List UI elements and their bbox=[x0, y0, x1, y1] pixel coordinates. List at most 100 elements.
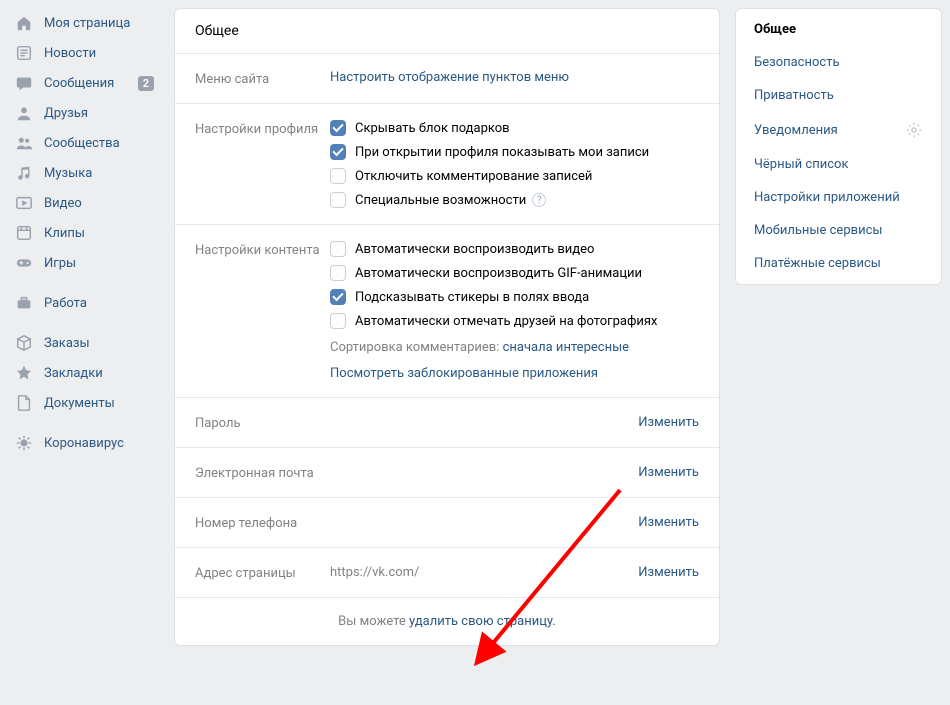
content-option-2[interactable]: Подсказывать стикеры в полях ввода bbox=[330, 289, 699, 305]
settings-tab-label: Чёрный список bbox=[754, 157, 848, 172]
nav-item-groups[interactable]: Сообщества bbox=[4, 128, 162, 158]
checkbox-label: Скрывать блок подарков bbox=[355, 121, 510, 136]
settings-card: Общее Меню сайта Настроить отображение п… bbox=[174, 8, 720, 646]
settings-tab-label: Общее bbox=[754, 22, 796, 37]
nav-item-documents[interactable]: Документы bbox=[4, 388, 162, 418]
row-label-phone: Номер телефона bbox=[195, 514, 330, 531]
briefcase-icon bbox=[14, 293, 34, 313]
nav-item-label: Друзья bbox=[44, 106, 88, 121]
settings-nav-card: Общее Безопасность Приватность Уведомления Ч… bbox=[735, 8, 942, 285]
delete-prefix: Вы можете bbox=[338, 614, 409, 629]
blocked-apps-link[interactable]: Посмотреть заблокированные приложения bbox=[330, 366, 598, 381]
change-address-link[interactable]: Изменить bbox=[638, 565, 699, 580]
user-icon bbox=[14, 103, 34, 123]
change-email-link[interactable]: Изменить bbox=[638, 465, 699, 480]
nav-item-label: Закладки bbox=[44, 366, 103, 381]
nav-item-covid[interactable]: Коронавирус bbox=[4, 428, 162, 458]
nav-item-label: Работа bbox=[44, 296, 87, 311]
delete-footer: Вы можете удалить свою страницу. bbox=[175, 597, 719, 645]
section-phone: Номер телефона Изменить bbox=[175, 498, 719, 548]
profile-option-3[interactable]: Специальные возможности? bbox=[330, 192, 699, 208]
checkbox-label: Отключить комментирование записей bbox=[355, 169, 592, 184]
section-password: Пароль Изменить bbox=[175, 398, 719, 448]
nav-item-label: Документы bbox=[44, 396, 115, 411]
home-icon bbox=[14, 13, 34, 33]
nav-item-games[interactable]: Игры bbox=[4, 248, 162, 278]
news-icon bbox=[14, 43, 34, 63]
checkbox[interactable] bbox=[330, 144, 346, 160]
checkbox[interactable] bbox=[330, 265, 346, 281]
section-menu: Меню сайта Настроить отображение пунктов… bbox=[175, 54, 719, 104]
sort-label: Сортировка комментариев: bbox=[330, 340, 503, 355]
delete-page-link[interactable]: удалить свою страницу. bbox=[409, 614, 556, 629]
section-label-menu: Меню сайта bbox=[195, 70, 330, 87]
nav-item-orders[interactable]: Заказы bbox=[4, 328, 162, 358]
box-icon bbox=[14, 333, 34, 353]
nav-item-label: Сообщества bbox=[44, 136, 120, 151]
change-phone-link[interactable]: Изменить bbox=[638, 515, 699, 530]
checkbox[interactable] bbox=[330, 168, 346, 184]
music-icon bbox=[14, 163, 34, 183]
settings-tab-privacy[interactable]: Приватность bbox=[736, 79, 941, 112]
nav-item-label: Новости bbox=[44, 46, 96, 61]
nav-item-work[interactable]: Работа bbox=[4, 288, 162, 318]
settings-tab-label: Настройки приложений bbox=[754, 190, 900, 205]
checkbox-label: Подсказывать стикеры в полях ввода bbox=[355, 290, 589, 305]
configure-menu-link[interactable]: Настроить отображение пунктов меню bbox=[330, 70, 569, 85]
settings-tab-blacklist[interactable]: Чёрный список bbox=[736, 148, 941, 181]
checkbox-label: Автоматически отмечать друзей на фотогра… bbox=[355, 314, 657, 329]
nav-item-music[interactable]: Музыка bbox=[4, 158, 162, 188]
profile-option-2[interactable]: Отключить комментирование записей bbox=[330, 168, 699, 184]
virus-icon bbox=[14, 433, 34, 453]
content-option-3[interactable]: Автоматически отмечать друзей на фотогра… bbox=[330, 313, 699, 329]
gear-icon[interactable] bbox=[905, 121, 923, 139]
settings-tab-general[interactable]: Общее bbox=[736, 13, 941, 46]
settings-tab-label: Приватность bbox=[754, 88, 834, 103]
right-sidebar: Общее Безопасность Приватность Уведомления Ч… bbox=[720, 0, 950, 705]
nav-item-news[interactable]: Новости bbox=[4, 38, 162, 68]
settings-tab-payments[interactable]: Платёжные сервисы bbox=[736, 247, 941, 280]
nav-item-label: Моя страница bbox=[44, 16, 130, 31]
settings-tab-security[interactable]: Безопасность bbox=[736, 46, 941, 79]
settings-tab-notifications[interactable]: Уведомления bbox=[736, 112, 941, 148]
nav-badge: 2 bbox=[138, 76, 154, 91]
nav-item-label: Видео bbox=[44, 196, 82, 211]
page-title: Общее bbox=[175, 9, 719, 54]
clips-icon bbox=[14, 223, 34, 243]
gamepad-icon bbox=[14, 253, 34, 273]
nav-item-messages[interactable]: Сообщения2 bbox=[4, 68, 162, 98]
profile-option-0[interactable]: Скрывать блок подарков bbox=[330, 120, 699, 136]
nav-item-friends[interactable]: Друзья bbox=[4, 98, 162, 128]
profile-option-1[interactable]: При открытии профиля показывать мои запи… bbox=[330, 144, 699, 160]
content-option-0[interactable]: Автоматически воспроизводить видео bbox=[330, 241, 699, 257]
video-icon bbox=[14, 193, 34, 213]
content-option-1[interactable]: Автоматически воспроизводить GIF-анимаци… bbox=[330, 265, 699, 281]
nav-item-label: Музыка bbox=[44, 166, 92, 181]
checkbox[interactable] bbox=[330, 241, 346, 257]
help-icon[interactable]: ? bbox=[532, 193, 546, 207]
settings-tab-mobile[interactable]: Мобильные сервисы bbox=[736, 214, 941, 247]
checkbox[interactable] bbox=[330, 120, 346, 136]
checkbox[interactable] bbox=[330, 192, 346, 208]
users-icon bbox=[14, 133, 34, 153]
settings-tab-apps[interactable]: Настройки приложений bbox=[736, 181, 941, 214]
sort-value-link[interactable]: сначала интересные bbox=[503, 340, 629, 355]
nav-item-bookmarks[interactable]: Закладки bbox=[4, 358, 162, 388]
checkbox[interactable] bbox=[330, 289, 346, 305]
checkbox-label: Автоматически воспроизводить видео bbox=[355, 242, 594, 257]
nav-item-my-page[interactable]: Моя страница bbox=[4, 8, 162, 38]
nav-item-video[interactable]: Видео bbox=[4, 188, 162, 218]
section-label-profile: Настройки профиля bbox=[195, 120, 330, 208]
row-value-address: https://vk.com/ bbox=[330, 565, 419, 580]
row-label-email: Электронная почта bbox=[195, 464, 330, 481]
nav-item-label: Игры bbox=[44, 256, 76, 271]
nav-item-label: Коронавирус bbox=[44, 436, 124, 451]
change-password-link[interactable]: Изменить bbox=[638, 415, 699, 430]
row-label-password: Пароль bbox=[195, 414, 330, 431]
settings-tab-label: Мобильные сервисы bbox=[754, 223, 882, 238]
settings-tab-label: Уведомления bbox=[754, 123, 838, 138]
checkbox-label: При открытии профиля показывать мои запи… bbox=[355, 145, 649, 160]
settings-tab-label: Платёжные сервисы bbox=[754, 256, 881, 271]
checkbox[interactable] bbox=[330, 313, 346, 329]
nav-item-clips[interactable]: Клипы bbox=[4, 218, 162, 248]
